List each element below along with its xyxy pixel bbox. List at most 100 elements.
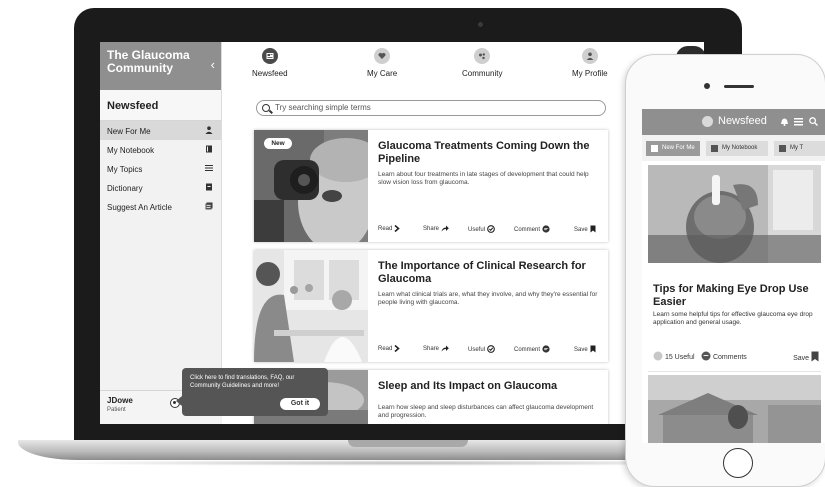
article-description: Learn some helpful tips for effective gl… (653, 311, 813, 326)
article-image-outdoor (648, 375, 821, 443)
share-button[interactable]: Share (423, 225, 449, 232)
brand-title: The Glaucoma Community (107, 48, 190, 75)
comment-label: Comment (514, 347, 541, 353)
article-image-eye-drops (648, 165, 821, 263)
comment-button[interactable]: Comment (514, 345, 550, 353)
article-card[interactable]: New Glaucoma Treatments Coming Down the … (254, 130, 608, 242)
heart-icon (374, 48, 391, 64)
got-it-button[interactable]: Got it (280, 398, 320, 410)
notebook-icon (711, 145, 718, 152)
nav-label: My Profile (572, 69, 608, 78)
logo-icon (702, 116, 713, 127)
tab-new-for-me[interactable]: New For Me (646, 141, 700, 156)
list-icon (779, 145, 786, 152)
phone-screen: Newsfeed New For Me My Notebook My T Tip… (642, 109, 825, 443)
sidebar-item-my-notebook[interactable]: My Notebook (100, 140, 221, 159)
nav-newsfeed[interactable]: Newsfeed (252, 48, 288, 78)
search-placeholder: Try searching simple terms (275, 103, 371, 112)
article-title[interactable]: Tips for Making Eye Drop Use Easier (653, 283, 819, 309)
nav-community[interactable]: Community (462, 48, 502, 78)
divider (648, 371, 821, 372)
useful-label: Useful (468, 227, 486, 233)
menu-list-icon[interactable] (794, 117, 803, 126)
read-button[interactable]: Read (378, 224, 401, 233)
tab-label: New For Me (662, 145, 695, 151)
tab-my-topics[interactable]: My T (774, 141, 825, 156)
sidebar-item-label: My Notebook (107, 146, 155, 155)
sidebar-item-label: My Topics (107, 165, 143, 174)
sidebar-item-new-for-me[interactable]: New For Me (100, 121, 221, 140)
onboarding-tooltip: Click here to find translations, FAQ, ou… (176, 368, 328, 416)
comments-label: Comments (712, 354, 747, 361)
article-card[interactable]: The Importance of Clinical Research for … (254, 250, 608, 362)
sidebar-item-suggest-article[interactable]: Suggest An Article (100, 197, 221, 216)
phone-speaker (724, 85, 754, 88)
dictionary-icon (206, 183, 212, 191)
sidebar-item-dictionary[interactable]: Dictionary (100, 178, 221, 197)
article-title[interactable]: The Importance of Clinical Research for … (378, 260, 598, 286)
search-icon (262, 104, 270, 112)
chevron-right-icon (394, 224, 401, 233)
article-actions: Read Share Useful Comment Save (378, 344, 598, 355)
collapse-chevron-icon[interactable]: ‹ (211, 57, 215, 72)
article-title[interactable]: Sleep and Its Impact on Glaucoma (378, 380, 598, 393)
home-button[interactable] (723, 448, 753, 478)
check-circle-icon (653, 351, 663, 361)
list-icon (205, 165, 213, 171)
nav-label: Community (462, 69, 503, 78)
share-arrow-icon (441, 225, 449, 232)
article-actions: Read Share Useful Comment Save (378, 224, 598, 235)
notebook-icon (206, 145, 212, 153)
tooltip-text: Click here to find translations, FAQ, ou… (190, 375, 295, 389)
phone-header: Newsfeed (642, 109, 825, 135)
check-circle-icon (487, 345, 495, 353)
search-input[interactable]: Try searching simple terms (256, 100, 606, 116)
phone-header-title: Newsfeed (718, 115, 767, 127)
comment-label: Comment (514, 227, 541, 233)
tab-label: My T (790, 145, 804, 151)
article-description: Learn what clinical trials are, what the… (378, 291, 598, 306)
bookmark-icon (811, 351, 819, 362)
phone-tabs: New For Me My Notebook My T (642, 135, 825, 161)
article-title[interactable]: Glaucoma Treatments Coming Down the Pipe… (378, 140, 598, 166)
article-image-doctor-consult (254, 250, 368, 362)
share-arrow-icon (441, 345, 449, 352)
save-label: Save (793, 355, 810, 362)
comments-button[interactable]: Comments (701, 351, 747, 361)
nav-my-care[interactable]: My Care (367, 48, 397, 78)
sidebar-item-label: Dictionary (107, 184, 143, 193)
search-icon[interactable] (809, 117, 818, 126)
check-circle-icon (487, 225, 495, 233)
person-icon (205, 126, 213, 134)
tab-my-notebook[interactable]: My Notebook (706, 141, 768, 156)
article-description: Learn about four treatments in late stag… (378, 171, 589, 186)
bookmark-icon (590, 345, 596, 353)
save-button[interactable]: Save (574, 345, 596, 353)
brand-header: The Glaucoma Community ‹ (100, 42, 221, 90)
sidebar-item-my-topics[interactable]: My Topics (100, 159, 221, 178)
article-icon (205, 202, 213, 210)
tab-label: My Notebook (722, 145, 758, 151)
read-button[interactable]: Read (378, 344, 401, 353)
read-label: Read (378, 226, 393, 232)
useful-button[interactable]: Useful (468, 345, 495, 353)
laptop-screen: The Glaucoma Community ‹ Newsfeed New Fo… (100, 42, 704, 424)
useful-button[interactable]: 15 Useful (653, 351, 695, 361)
bookmark-icon (590, 225, 596, 233)
notification-icon[interactable] (780, 117, 789, 126)
profile-person-icon (581, 48, 598, 64)
device-mockup: The Glaucoma Community ‹ Newsfeed New Fo… (0, 0, 825, 487)
useful-label: Useful (468, 347, 486, 353)
share-button[interactable]: Share (423, 345, 449, 352)
save-button[interactable]: Save (793, 351, 819, 362)
nav-label: Newsfeed (252, 69, 288, 78)
comment-button[interactable]: Comment (514, 225, 550, 233)
sidebar: The Glaucoma Community ‹ Newsfeed New Fo… (100, 42, 222, 424)
article-description: Learn how sleep and sleep disturbances c… (378, 404, 594, 419)
useful-button[interactable]: Useful (468, 225, 495, 233)
nav-my-profile[interactable]: My Profile (572, 48, 608, 78)
share-label: Share (423, 346, 440, 352)
sidebar-heading: Newsfeed (100, 90, 221, 121)
save-label: Save (574, 227, 588, 233)
save-button[interactable]: Save (574, 225, 596, 233)
